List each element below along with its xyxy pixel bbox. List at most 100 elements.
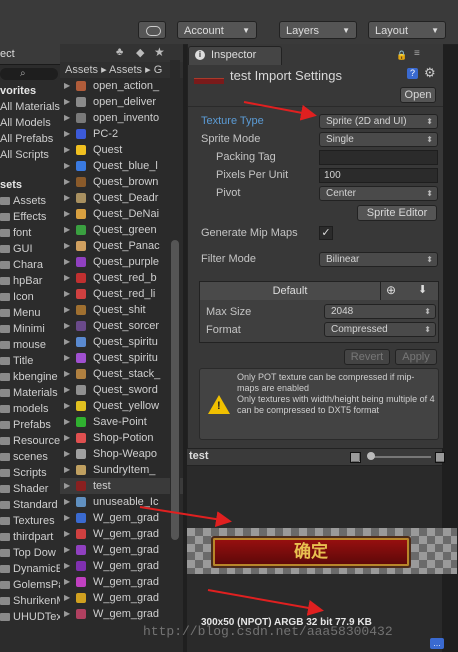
tab-default[interactable]: Default xyxy=(200,282,381,300)
folder-item[interactable]: GUI xyxy=(0,241,60,257)
expand-arrow-icon[interactable]: ▶ xyxy=(64,206,70,222)
asset-list-item[interactable]: ▶ open_invento xyxy=(60,110,183,126)
expand-arrow-icon[interactable]: ▶ xyxy=(64,382,70,398)
folder-item[interactable]: UHUDText xyxy=(0,609,60,625)
expand-arrow-icon[interactable]: ▶ xyxy=(64,590,70,606)
asset-list-item[interactable]: ▶ Quest_shit xyxy=(60,302,183,318)
panel-menu-icon[interactable]: ≡ xyxy=(414,48,420,59)
favorites-item[interactable]: All Scripts xyxy=(0,147,60,163)
rgb-channel-icon[interactable] xyxy=(350,452,361,463)
asset-list-item[interactable]: ▶ test xyxy=(60,478,183,494)
expand-arrow-icon[interactable]: ▶ xyxy=(64,238,70,254)
folder-item[interactable]: Minimi xyxy=(0,321,60,337)
asset-list-item[interactable]: ▶ W_gem_grad xyxy=(60,590,183,606)
layout-dropdown[interactable]: Layout ▼ xyxy=(368,21,446,39)
asset-list-item[interactable]: ▶ Quest_sword xyxy=(60,382,183,398)
expand-arrow-icon[interactable]: ▶ xyxy=(64,158,70,174)
folder-item[interactable]: DynamicEl xyxy=(0,561,60,577)
expand-arrow-icon[interactable]: ▶ xyxy=(64,510,70,526)
expand-arrow-icon[interactable]: ▶ xyxy=(64,94,70,110)
asset-list-item[interactable]: ▶ Quest_red_b xyxy=(60,270,183,286)
format-dropdown[interactable]: Compressed ⬍ xyxy=(324,322,436,337)
expand-arrow-icon[interactable]: ▶ xyxy=(64,142,70,158)
asset-list-item[interactable]: ▶ W_gem_grad xyxy=(60,542,183,558)
expand-arrow-icon[interactable]: ▶ xyxy=(64,606,70,622)
breadcrumb-item[interactable]: Assets xyxy=(65,64,98,76)
sprite-editor-button[interactable]: Sprite Editor xyxy=(357,205,437,221)
expand-arrow-icon[interactable]: ▶ xyxy=(64,542,70,558)
asset-list-item[interactable]: ▶ Quest_red_li xyxy=(60,286,183,302)
expand-arrow-icon[interactable]: ▶ xyxy=(64,190,70,206)
folder-item[interactable]: GolemsPac xyxy=(0,577,60,593)
folder-item[interactable]: Shader xyxy=(0,481,60,497)
folder-item[interactable]: Assets xyxy=(0,193,60,209)
expand-arrow-icon[interactable]: ▶ xyxy=(64,478,70,494)
texture-type-dropdown[interactable]: Sprite (2D and UI) ⬍ xyxy=(319,114,438,129)
sprite-mode-dropdown[interactable]: Single ⬍ xyxy=(319,132,438,147)
asset-list-item[interactable]: ▶ Quest_DeNai xyxy=(60,206,183,222)
asset-list-item[interactable]: ▶ Save-Point xyxy=(60,414,183,430)
folder-item[interactable]: Scripts xyxy=(0,465,60,481)
asset-list-item[interactable]: ▶ Quest_spiritu xyxy=(60,350,183,366)
asset-list-item[interactable]: ▶ unuseable_Ic xyxy=(60,494,183,510)
expand-arrow-icon[interactable]: ▶ xyxy=(64,78,70,94)
asset-list-item[interactable]: ▶ Quest_purple xyxy=(60,254,183,270)
expand-arrow-icon[interactable]: ▶ xyxy=(64,574,70,590)
asset-list-item[interactable]: ▶ Quest_stack_ xyxy=(60,366,183,382)
gear-icon[interactable]: ⚙ xyxy=(424,65,436,81)
breadcrumb-item[interactable]: Assets xyxy=(109,64,142,76)
folder-item[interactable]: Textures xyxy=(0,513,60,529)
folder-item[interactable]: Title xyxy=(0,353,60,369)
asset-list-item[interactable]: ▶ Quest_Deadr xyxy=(60,190,183,206)
breadcrumb-item[interactable]: G xyxy=(154,64,163,76)
asset-list-item[interactable]: ▶ Quest_green xyxy=(60,222,183,238)
folder-item[interactable]: thirdpart xyxy=(0,529,60,545)
apply-button[interactable]: Apply xyxy=(395,349,437,365)
asset-list-item[interactable]: ▶ W_gem_grad xyxy=(60,606,183,622)
expand-arrow-icon[interactable]: ▶ xyxy=(64,494,70,510)
asset-list-item[interactable]: ▶ Quest_brown xyxy=(60,174,183,190)
filter-by-label-icon[interactable]: ◆ xyxy=(136,46,144,59)
expand-arrow-icon[interactable]: ▶ xyxy=(64,398,70,414)
pivot-dropdown[interactable]: Center ⬍ xyxy=(319,186,438,201)
folder-item[interactable]: Resources xyxy=(0,433,60,449)
mip-slider-track[interactable] xyxy=(369,456,431,458)
help-icon[interactable]: ? xyxy=(407,68,418,79)
asset-list-item[interactable]: ▶ SundryItem_ xyxy=(60,462,183,478)
revert-button[interactable]: Revert xyxy=(344,349,390,365)
expand-arrow-icon[interactable]: ▶ xyxy=(64,286,70,302)
folder-item[interactable]: Materials xyxy=(0,385,60,401)
favorites-item[interactable]: All Models xyxy=(0,115,60,131)
asset-list-item[interactable]: ▶ Quest_yellow xyxy=(60,398,183,414)
favorites-item[interactable]: All Prefabs xyxy=(0,131,60,147)
favorite-star-icon[interactable]: ★ xyxy=(154,45,165,59)
account-dropdown[interactable]: Account ▼ xyxy=(177,21,257,39)
alpha-channel-icon[interactable] xyxy=(435,452,445,463)
asset-list-item[interactable]: ▶ Quest_spiritu xyxy=(60,334,183,350)
asset-list-item[interactable]: ▶ Shop-Weapo xyxy=(60,446,183,462)
pixels-per-unit-field[interactable]: 100 xyxy=(319,168,438,183)
folder-item[interactable]: Prefabs xyxy=(0,417,60,433)
expand-arrow-icon[interactable]: ▶ xyxy=(64,110,70,126)
expand-arrow-icon[interactable]: ▶ xyxy=(64,446,70,462)
expand-arrow-icon[interactable]: ▶ xyxy=(64,302,70,318)
expand-arrow-icon[interactable]: ▶ xyxy=(64,174,70,190)
expand-arrow-icon[interactable]: ▶ xyxy=(64,558,70,574)
folder-item[interactable]: font xyxy=(0,225,60,241)
mip-slider-handle[interactable] xyxy=(367,452,375,460)
download-icon[interactable]: ⬇ xyxy=(418,283,427,296)
asset-list-item[interactable]: ▶ open_action_ xyxy=(60,78,183,94)
asset-list-item[interactable]: ▶ W_gem_grad xyxy=(60,574,183,590)
expand-arrow-icon[interactable]: ▶ xyxy=(64,430,70,446)
expand-arrow-icon[interactable]: ▶ xyxy=(64,270,70,286)
folder-item[interactable]: Effects xyxy=(0,209,60,225)
open-button[interactable]: Open xyxy=(400,87,436,103)
folder-item[interactable]: hpBar xyxy=(0,273,60,289)
asset-list-item[interactable]: ▶ Shop-Potion xyxy=(60,430,183,446)
filter-mode-dropdown[interactable]: Bilinear ⬍ xyxy=(319,252,438,267)
asset-list-item[interactable]: ▶ Quest xyxy=(60,142,183,158)
asset-list-item[interactable]: ▶ W_gem_grad xyxy=(60,510,183,526)
asset-list-scroll-thumb[interactable] xyxy=(171,240,179,540)
expand-arrow-icon[interactable]: ▶ xyxy=(64,462,70,478)
search-input[interactable] xyxy=(0,68,58,80)
